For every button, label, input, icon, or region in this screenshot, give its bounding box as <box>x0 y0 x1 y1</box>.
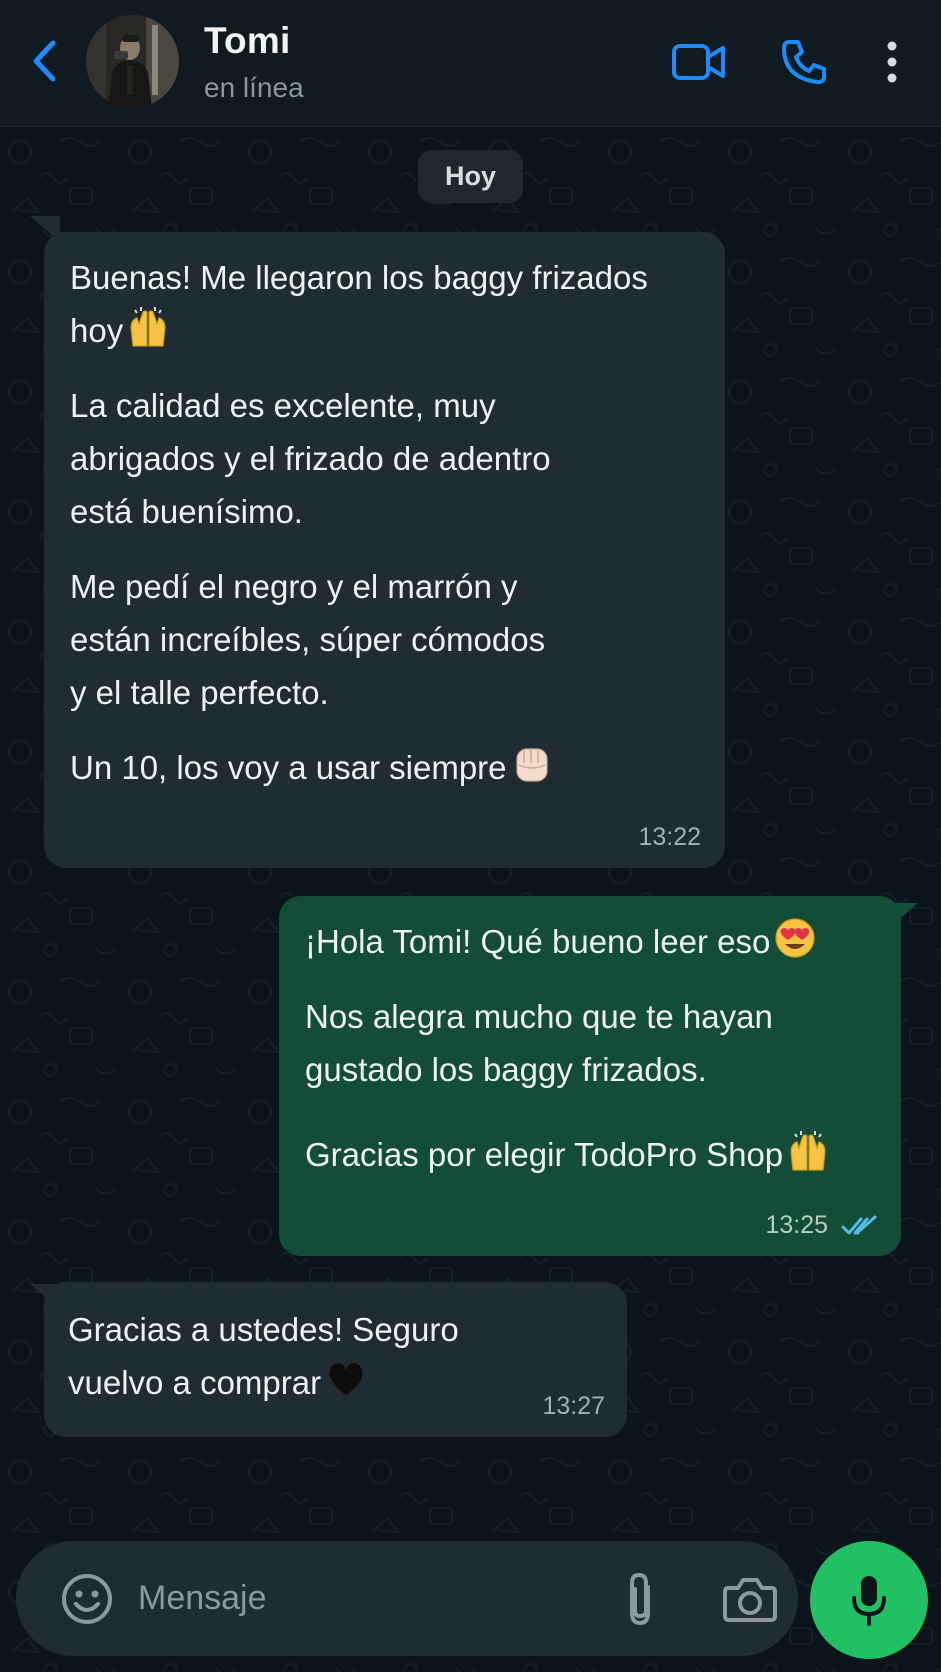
more-options-icon <box>887 41 897 83</box>
read-receipt-icon <box>841 1215 877 1235</box>
message-line: La calidad es excelente, muy <box>70 387 496 424</box>
message-outgoing[interactable]: ¡Hola Tomi! Qué bueno leer eso Nos alegr… <box>279 896 901 1256</box>
voice-call-button[interactable] <box>776 34 832 90</box>
back-button[interactable] <box>24 38 64 84</box>
emoji-button[interactable] <box>60 1572 114 1626</box>
message-line: ¡Hola Tomi! Qué bueno leer eso <box>305 915 881 968</box>
message-line: Me pedí el negro y el marrón y <box>70 568 518 605</box>
attach-icon <box>630 1572 650 1626</box>
back-arrow-icon <box>33 40 56 82</box>
avatar[interactable] <box>86 15 179 108</box>
chat-header: Tomi en línea <box>0 0 941 127</box>
contact-name[interactable]: Tomi <box>204 20 290 62</box>
message-line: abrigados y el frizado de adentro <box>70 440 551 477</box>
black-heart-emoji <box>325 1358 367 1400</box>
message-input-bar[interactable]: Mensaje <box>16 1541 798 1656</box>
message-line: y el talle perfecto. <box>70 674 329 711</box>
contact-status: en línea <box>204 72 304 103</box>
raising-hands-emoji <box>127 306 169 348</box>
avatar-photo <box>86 15 179 108</box>
chat-screen: Tomi en línea Hoy Buenas! Me llegaron lo… <box>0 0 941 1672</box>
message-incoming[interactable]: Buenas! Me llegaron los baggy frizados h… <box>44 232 725 868</box>
video-call-icon <box>672 44 725 80</box>
message-line: Gracias por elegir TodoPro Shop <box>305 1128 881 1181</box>
date-chip: Hoy <box>418 150 523 203</box>
message-line: hoy <box>70 304 701 357</box>
emoji-icon <box>62 1574 112 1624</box>
message-line: Nos alegra mucho que te hayan <box>305 998 773 1035</box>
mic-icon <box>852 1576 886 1626</box>
message-incoming[interactable]: Gracias a ustedes! Seguro vuelvo a compr… <box>44 1282 627 1437</box>
message-line: vuelvo a comprar <box>68 1356 607 1409</box>
message-time: 13:27 <box>542 1392 605 1420</box>
message-line: gustado los baggy frizados. <box>305 1051 707 1088</box>
more-options-button[interactable] <box>876 36 908 88</box>
message-line: Buenas! Me llegaron los baggy frizados <box>70 259 648 296</box>
attach-button[interactable] <box>616 1569 664 1629</box>
message-line: está buenísimo. <box>70 493 303 530</box>
message-time: 13:22 <box>638 823 701 851</box>
heart-eyes-emoji <box>774 917 816 959</box>
chat-area[interactable]: Hoy Buenas! Me llegaron los baggy frizad… <box>0 128 941 1672</box>
message-time: 13:25 <box>765 1211 828 1239</box>
message-line: están increíbles, súper cómodos <box>70 621 546 658</box>
message-input[interactable]: Mensaje <box>138 1579 267 1618</box>
message-line: Gracias a ustedes! Seguro <box>68 1311 459 1348</box>
raising-hands-emoji <box>787 1130 829 1172</box>
camera-button[interactable] <box>722 1572 778 1626</box>
camera-icon <box>723 1578 777 1622</box>
video-call-button[interactable] <box>670 36 728 88</box>
fist-emoji <box>511 743 553 785</box>
voice-call-icon <box>782 40 826 84</box>
voice-message-button[interactable] <box>810 1541 928 1659</box>
message-line: Un 10, los voy a usar siempre <box>70 741 701 794</box>
